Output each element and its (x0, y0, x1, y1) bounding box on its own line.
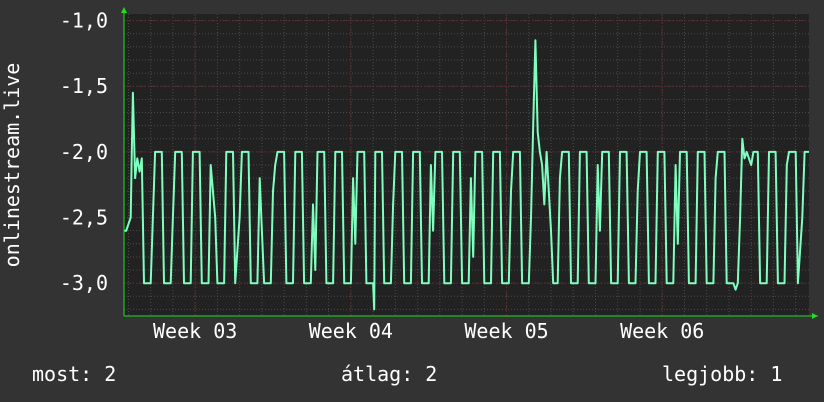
x-axis-arrow (812, 313, 818, 319)
y-tick-label: -1,0 (60, 9, 108, 33)
average-value: átlag: 2 (341, 362, 438, 386)
y-tick-label: -2,5 (60, 206, 108, 230)
best-value: legjobb: 1 (662, 362, 783, 386)
y-tick-label: -1,5 (60, 74, 108, 98)
y-tick-label: -2,0 (60, 140, 108, 164)
chart: -1,0 -1,5 -2,0 -2,5 -3,0 Week 03 Week 04 Week 0… (0, 7, 818, 343)
x-tick-label: Week 03 (153, 319, 237, 343)
y-tick-label: -3,0 (60, 271, 108, 295)
y-axis-arrow (121, 7, 127, 13)
y-axis-label: onlinestream.live (0, 63, 24, 268)
x-tick-label: Week 04 (309, 319, 393, 343)
x-tick-label: Week 06 (620, 319, 704, 343)
current-value: most: 2 (32, 362, 117, 386)
x-tick-label: Week 05 (464, 319, 548, 343)
